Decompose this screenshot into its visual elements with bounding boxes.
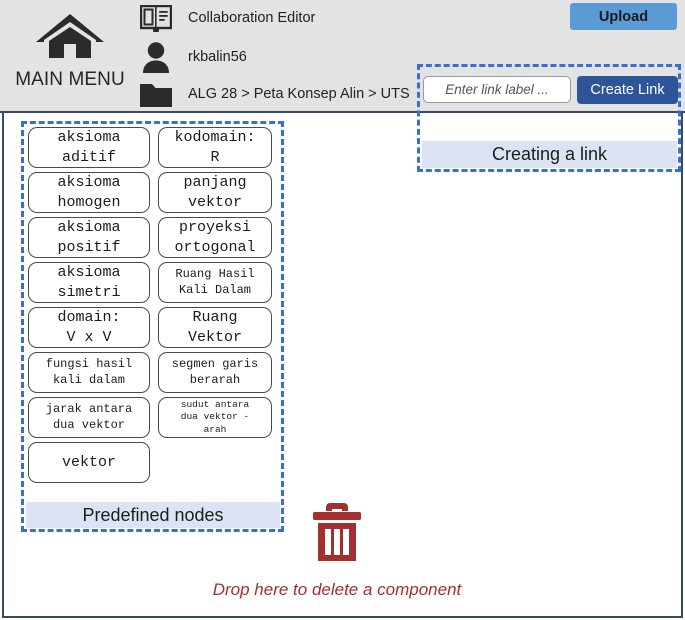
app-root: MAIN MENU Collaboration Editor rkbalin56… — [0, 0, 685, 620]
person-icon — [134, 41, 178, 73]
main-menu-label: MAIN MENU — [15, 69, 125, 90]
predefined-node[interactable]: aksioma aditif — [28, 127, 150, 168]
editor-title-row: Collaboration Editor — [134, 3, 315, 33]
editor-title-label: Collaboration Editor — [188, 10, 316, 26]
trash-icon — [187, 501, 487, 568]
predefined-node[interactable]: aksioma positif — [28, 217, 150, 258]
delete-drop-caption: Drop here to delete a component — [212, 580, 462, 599]
main-menu-button[interactable]: MAIN MENU — [12, 6, 128, 91]
creating-a-link-band: Creating a link — [422, 141, 677, 168]
upload-button[interactable]: Upload — [570, 3, 677, 30]
predefined-node[interactable]: sudut antara dua vektor - arah — [158, 397, 272, 438]
delete-drop-target[interactable]: Drop here to delete a component — [187, 501, 487, 600]
predefined-node[interactable]: proyeksi ortogonal — [158, 217, 272, 258]
creating-a-link-panel: Create Link Creating a link — [417, 64, 681, 172]
user-row: rkbalin56 — [134, 40, 247, 74]
creating-a-link-label: Creating a link — [491, 144, 608, 164]
home-icon — [12, 10, 128, 67]
predefined-nodes-panel: aksioma aditif kodomain: Raksioma homogen pan… — [21, 121, 284, 532]
predefined-nodes-grid: aksioma aditif kodomain: Raksioma homogen pan… — [28, 127, 280, 483]
predefined-node[interactable]: aksioma simetri — [28, 262, 150, 303]
predefined-node[interactable]: panjang vektor — [158, 172, 272, 213]
breadcrumb: ALG 28 > Peta Konsep Alin > UTS — [188, 86, 410, 102]
username-label: rkbalin56 — [188, 49, 247, 65]
predefined-node[interactable]: jarak antara dua vektor — [28, 397, 150, 438]
link-controls: Create Link — [420, 67, 678, 112]
breadcrumb-row[interactable]: ALG 28 > Peta Konsep Alin > UTS — [134, 78, 410, 110]
predefined-node[interactable]: kodomain: R — [158, 127, 272, 168]
editor-canvas[interactable]: aksioma aditif kodomain: Raksioma homogen pan… — [2, 113, 683, 618]
predefined-node[interactable]: aksioma homogen — [28, 172, 150, 213]
predefined-node[interactable]: Ruang Hasil Kali Dalam — [158, 262, 272, 303]
predefined-node[interactable]: fungsi hasil kali dalam — [28, 352, 150, 393]
predefined-node[interactable]: segmen garis berarah — [158, 352, 272, 393]
predefined-node[interactable]: domain: V x V — [28, 307, 150, 348]
book-icon — [134, 4, 178, 32]
create-link-button[interactable]: Create Link — [577, 75, 678, 104]
predefined-node[interactable]: Ruang Vektor — [158, 307, 272, 348]
folder-icon — [134, 81, 178, 108]
predefined-node[interactable]: vektor — [28, 442, 150, 483]
link-label-input[interactable] — [423, 76, 571, 103]
